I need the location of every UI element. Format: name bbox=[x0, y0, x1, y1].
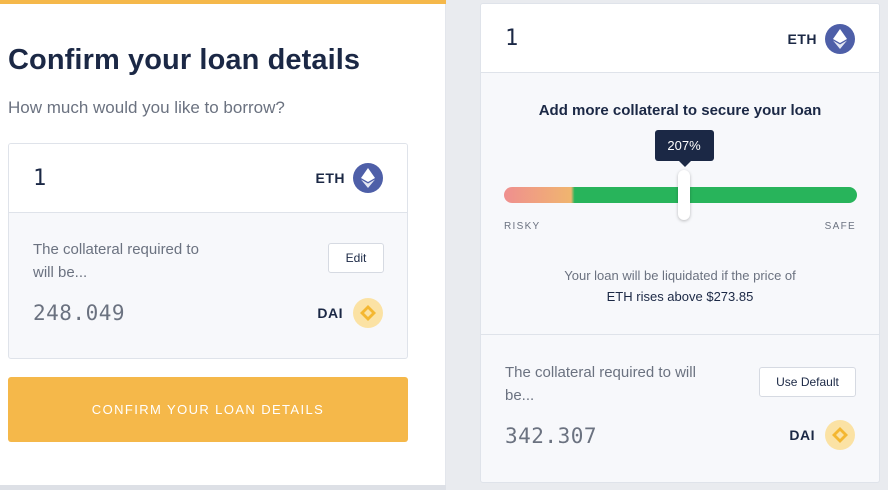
collateral-value: 248.049 bbox=[33, 301, 126, 325]
collateral-value: 342.307 bbox=[505, 424, 598, 448]
dai-token: DAI bbox=[789, 420, 855, 450]
borrow-amount-input[interactable]: 1 bbox=[505, 26, 518, 51]
eth-token-selector[interactable]: ETH bbox=[787, 24, 855, 54]
dai-token: DAI bbox=[317, 298, 383, 328]
liquidation-line-2: ETH rises above $273.85 bbox=[606, 289, 754, 304]
panel-shadow bbox=[0, 485, 446, 490]
dai-token-label: DAI bbox=[317, 305, 343, 321]
dai-token-label: DAI bbox=[789, 427, 815, 443]
ethereum-icon bbox=[353, 163, 383, 193]
borrow-amount-input[interactable]: 1 bbox=[33, 166, 46, 191]
safe-label: SAFE bbox=[824, 221, 856, 232]
eth-token-label: ETH bbox=[787, 31, 817, 47]
collateral-panel: 1 ETH Add more collateral to secure your… bbox=[480, 3, 880, 483]
borrow-amount-row-right: 1 ETH bbox=[481, 4, 879, 73]
dai-icon bbox=[353, 298, 383, 328]
page-title: Confirm your loan details bbox=[8, 44, 361, 76]
ethereum-icon bbox=[825, 24, 855, 54]
accent-bar bbox=[0, 0, 446, 4]
collateral-required-label: The collateral required to will be... bbox=[33, 241, 199, 281]
borrow-amount-row: 1 ETH bbox=[9, 144, 407, 213]
dai-icon bbox=[825, 420, 855, 450]
ratio-tooltip: 207% bbox=[654, 130, 714, 167]
borrow-question: How much would you like to borrow? bbox=[8, 98, 285, 117]
eth-token-label: ETH bbox=[315, 170, 345, 186]
eth-token-selector[interactable]: ETH bbox=[315, 163, 383, 193]
collateral-slider-handle[interactable] bbox=[678, 170, 691, 220]
edit-button[interactable]: Edit bbox=[328, 243, 384, 273]
liquidation-notice: Your loan will be liquidated if the pric… bbox=[481, 265, 879, 307]
collateral-slider-section: Add more collateral to secure your loan … bbox=[481, 73, 879, 335]
loan-details-panel: Confirm your loan details How much would… bbox=[0, 0, 446, 485]
use-default-button[interactable]: Use Default bbox=[759, 367, 856, 397]
liquidation-line-1: Your loan will be liquidated if the pric… bbox=[564, 268, 796, 283]
slider-heading: Add more collateral to secure your loan bbox=[538, 102, 822, 119]
loan-card: 1 ETH The collateral required to will be… bbox=[8, 143, 408, 359]
collateral-required-label: The collateral required to will be... bbox=[505, 364, 696, 404]
confirm-loan-button[interactable]: CONFIRM YOUR LOAN DETAILS bbox=[8, 377, 408, 442]
risky-label: RISKY bbox=[504, 221, 541, 232]
